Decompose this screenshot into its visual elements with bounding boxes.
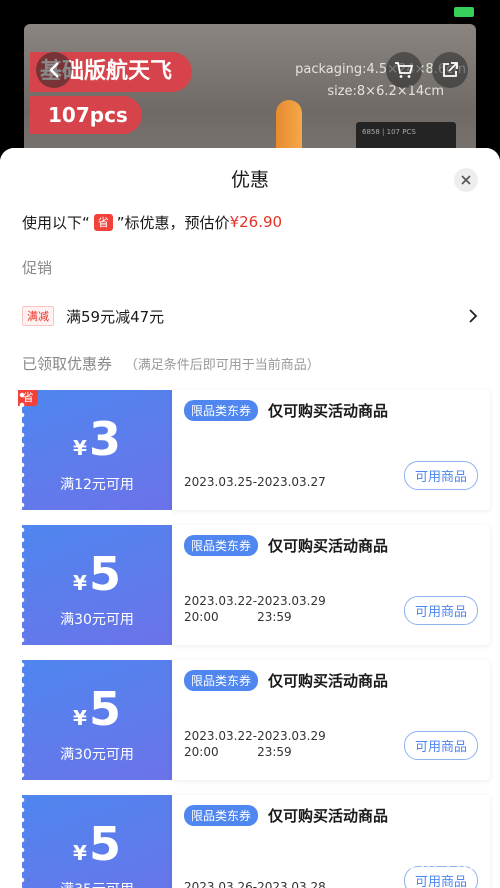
back-button[interactable]	[36, 52, 72, 88]
applicable-products-button[interactable]: 可用商品	[403, 461, 478, 490]
coupon-card: ¥5 满30元可用 限品类东券 仅可购买活动商品 2023.03.22 20:00…	[19, 525, 490, 645]
estimate-price: ¥26.90	[229, 213, 283, 231]
coupon-info-panel: 限品类东券 仅可购买活动商品 2023.03.22 20:00-2023.03.2…	[172, 525, 490, 645]
product-pieces-tag: 107pcs	[30, 96, 142, 134]
coupon-section-title: 已领取优惠券	[22, 355, 113, 373]
promotion-tag: 满减	[22, 306, 54, 326]
coupon-start-date: 2023.03.25	[184, 475, 253, 489]
coupon-currency: ¥	[73, 436, 87, 460]
coupon-card: ¥5 满30元可用 限品类东券 仅可购买活动商品 2023.03.22 20:00…	[19, 660, 490, 780]
coupon-amount-value: 3	[88, 412, 121, 466]
coupon-start-date: 2023.03.26	[184, 880, 253, 888]
coupon-section-subtitle: （满足条件后即可用于当前商品）	[124, 358, 320, 373]
coupon-end: 2023.03.29 23:59	[257, 593, 326, 625]
coupon-value-panel: ¥5 满35元可用	[19, 795, 172, 888]
share-icon	[443, 62, 458, 77]
sheet-header-area: 优惠 使用以下“ 省 ”标优惠，预估价 ¥26.90 促销 满减 满59元减47…	[0, 148, 500, 376]
coupon-info-panel: 限品类东券 仅可购买活动商品 2023.03.22 20:00-2023.03.2…	[172, 660, 490, 780]
coupon-end-time: 23:59	[257, 610, 292, 624]
close-icon	[461, 175, 471, 185]
coupon-start-time: 20:00	[184, 745, 219, 759]
coupon-validity: 2023.03.22 20:00-2023.03.29 23:59	[184, 593, 326, 625]
coupon-value-panel: 省 ¥3 满12元可用	[18, 390, 172, 510]
coupon-section-header: 已领取优惠券 （满足条件后即可用于当前商品）	[0, 352, 500, 376]
save-badge: 省	[93, 213, 113, 231]
estimate-prefix: 使用以下“	[22, 213, 90, 232]
coupon-condition: 满30元可用	[60, 747, 134, 763]
coupon-validity: 2023.03.22 20:00-2023.03.29 23:59	[184, 728, 326, 760]
coupon-value-panel: ¥5 满30元可用	[19, 525, 172, 645]
coupon-card: 省 ¥3 满12元可用 限品类东券 仅可购买活动商品 2023.03.25-20…	[18, 390, 490, 510]
battery-icon	[454, 7, 474, 17]
coupon-amount: ¥5	[22, 795, 172, 871]
coupon-condition: 满35元可用	[22, 879, 172, 888]
coupon-start: 2023.03.22 20:00	[184, 593, 253, 625]
watermark: 值值值 zhizhizhi.com	[351, 820, 486, 874]
discount-sheet: 优惠 使用以下“ 省 ”标优惠，预估价 ¥26.90 促销 满减 满59元减47…	[0, 148, 500, 888]
coupon-start-date: 2023.03.22	[184, 729, 253, 743]
coupon-currency: ¥	[73, 841, 87, 865]
coupon-start-time: 20:00	[184, 610, 219, 624]
share-button[interactable]	[432, 52, 468, 88]
promotion-row[interactable]: 满减 满59元减47元	[0, 302, 500, 330]
size-text: size:8×6.2×14cm	[327, 84, 444, 99]
product-banner: 基础版航天飞船 107pcs packaging:4.5×24×8.6cm si…	[0, 0, 500, 170]
sheet-title-text: 优惠	[230, 169, 269, 191]
coupon-end: 2023.03.29 23:59	[257, 728, 326, 760]
coupon-title: 仅可购买活动商品	[268, 672, 389, 690]
coupon-list: 省 ¥3 满12元可用 限品类东券 仅可购买活动商品 2023.03.25-20…	[0, 376, 500, 888]
coupon-currency: ¥	[73, 706, 87, 730]
coupon-title: 仅可购买活动商品	[268, 537, 389, 555]
watermark-url: zhizhizhi.com	[351, 855, 486, 874]
coupon-validity: 2023.03.25-2023.03.27	[184, 474, 326, 490]
cart-button[interactable]	[386, 52, 422, 88]
coupon-amount-value: 5	[88, 547, 121, 601]
promotion-section-label: 促销	[22, 259, 53, 277]
close-button[interactable]	[454, 168, 478, 192]
estimate-line: 使用以下“ 省 ”标优惠，预估价 ¥26.90	[0, 210, 500, 234]
coupon-category-tag: 限品类东券	[184, 670, 259, 691]
watermark-logo: 值值值	[351, 826, 430, 854]
coupon-start-date: 2023.03.22	[184, 594, 253, 608]
coupon-amount: ¥5	[22, 660, 172, 736]
coupon-title: 仅可购买活动商品	[268, 402, 389, 420]
cart-icon	[395, 62, 414, 78]
chevron-right-icon	[469, 309, 478, 323]
applicable-products-button[interactable]: 可用商品	[403, 596, 478, 625]
coupon-amount: ¥5	[22, 525, 172, 601]
coupon-condition: 满12元可用	[60, 477, 134, 493]
coupon-end-date: 2023.03.28	[257, 880, 326, 888]
coupon-amount-value: 5	[88, 682, 121, 736]
coupon-end-time: 23:59	[257, 745, 292, 759]
coupon-end-date: 2023.03.29	[257, 729, 326, 743]
coupon-save-badge: 省	[18, 390, 38, 406]
coupon-amount: ¥3	[22, 390, 172, 466]
back-arrow-icon	[49, 62, 59, 78]
coupon-amount-value: 5	[88, 817, 121, 871]
coupon-end-date: 2023.03.29	[257, 594, 326, 608]
coupon-validity: 2023.03.26-2023.03.28	[184, 879, 326, 888]
applicable-products-button[interactable]: 可用商品	[403, 731, 478, 760]
estimate-middle: ”标优惠，预估价	[116, 213, 230, 232]
coupon-category-tag: 限品类东券	[184, 535, 259, 556]
coupon-info-panel: 限品类东券 仅可购买活动商品 2023.03.25-2023.03.27 可用商…	[172, 390, 490, 510]
coupon-end-date: 2023.03.27	[257, 475, 326, 489]
coupon-category-tag: 限品类东券	[184, 805, 259, 826]
promotion-text: 满59元减47元	[66, 307, 165, 326]
coupon-condition: 满30元可用	[60, 612, 134, 628]
sheet-title: 优惠	[0, 148, 500, 210]
coupon-value-panel: ¥5 满30元可用	[19, 660, 172, 780]
coupon-start: 2023.03.22 20:00	[184, 728, 253, 760]
coupon-currency: ¥	[73, 571, 87, 595]
coupon-category-tag: 限品类东券	[184, 400, 259, 421]
